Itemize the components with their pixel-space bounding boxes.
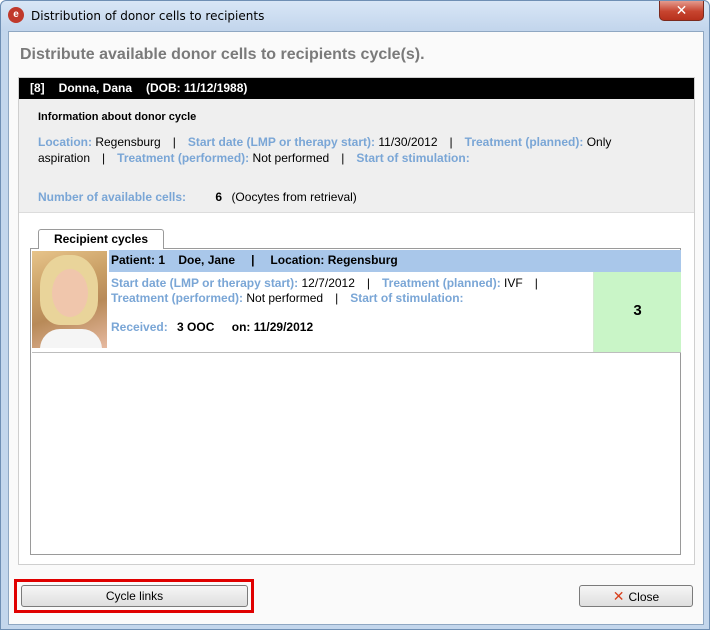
donor-dob: (DOB: 11/12/1988) — [146, 81, 248, 95]
recipient-photo — [32, 251, 107, 348]
location-value: Regensburg — [95, 135, 161, 149]
donor-info-title: Information about donor cycle — [38, 111, 197, 123]
recipient-patient-number: Patient: 1 — [111, 253, 166, 267]
recipient-received-line: Received: 3 OOC on: 11/29/2012 — [111, 320, 313, 334]
treatment-planned-label: Treatment (planned): — [464, 135, 584, 149]
window-title: Distribution of donor cells to recipient… — [31, 9, 265, 23]
page-title: Distribute available donor cells to reci… — [20, 46, 425, 63]
recipient-header: Patient: 1 Doe, Jane | Location: Regensbur… — [109, 250, 681, 272]
tab-recipient-cycles[interactable]: Recipient cycles — [38, 229, 164, 249]
start-stimulation-label: Start of stimulation: — [356, 151, 470, 165]
recipient-start-date: 12/7/2012 — [301, 276, 355, 290]
cycle-links-button[interactable]: Cycle links — [21, 585, 248, 607]
received-value: 3 OOC — [177, 320, 215, 334]
title-bar[interactable]: e Distribution of donor cells to recipie… — [1, 1, 709, 31]
dialog-window: e Distribution of donor cells to recipie… — [0, 0, 710, 630]
recipient-cycles-list: Patient: 1 Doe, Jane | Location: Regensbur… — [30, 248, 681, 555]
recipient-details: Start date (LMP or therapy start): 12/7/… — [109, 272, 591, 352]
donor-header: [8] Donna, Dana (DOB: 11/12/1988) — [19, 78, 694, 99]
start-date-label: Start date (LMP or therapy start): — [187, 135, 376, 149]
recipient-line-2: Treatment (performed): Not performed | Sta… — [111, 291, 464, 305]
close-button[interactable]: ✕ Close — [579, 585, 693, 607]
recipient-treatment-performed: Not performed — [246, 291, 324, 305]
window-close-button[interactable]: ✕ — [659, 1, 704, 21]
donor-id: [8] — [30, 81, 45, 95]
recipient-treatment-planned-label: Treatment (planned): — [382, 276, 501, 290]
start-date-value: 11/30/2012 — [378, 135, 438, 149]
dialog-content: Distribute available donor cells to reci… — [8, 31, 704, 625]
available-cells-label: Number of available cells: — [38, 190, 187, 204]
treatment-planned-value: Only — [586, 135, 612, 149]
recipient-start-date-label: Start date (LMP or therapy start): — [111, 276, 299, 290]
donor-info: Information about donor cycle Location: … — [19, 99, 694, 213]
recipient-row[interactable]: Patient: 1 Doe, Jane | Location: Regensbur… — [32, 250, 681, 353]
app-icon: e — [8, 7, 24, 23]
treatment-performed-label: Treatment (performed): — [117, 151, 250, 165]
treatment-planned-value-cont: aspiration — [38, 151, 91, 165]
available-cells-count: 6 — [215, 190, 223, 204]
donor-name: Donna, Dana — [58, 81, 133, 95]
available-cells-line: Number of available cells: 6 (Oocytes fr… — [38, 190, 357, 204]
donor-info-line-2: aspiration | Treatment (performed): Not pe… — [38, 151, 470, 165]
donor-info-line-1: Location: Regensburg | Start date (LMP or … — [38, 135, 612, 149]
received-label: Received: — [111, 320, 168, 334]
location-label: Location: — [38, 135, 92, 149]
recipient-line-1: Start date (LMP or therapy start): 12/7/… — [111, 276, 538, 290]
treatment-performed-value: Not performed — [252, 151, 330, 165]
available-cells-note: (Oocytes from retrieval) — [231, 190, 357, 204]
close-icon: ✕ — [612, 588, 625, 604]
recipient-treatment-performed-label: Treatment (performed): — [111, 291, 244, 305]
recipient-treatment-planned: IVF — [504, 276, 523, 290]
received-on-label: on: — [231, 320, 251, 334]
assigned-cells-count[interactable]: 3 — [593, 272, 681, 352]
recipient-name: Doe, Jane — [178, 253, 236, 267]
close-button-label: Close — [628, 590, 660, 604]
recipient-location: Location: Regensburg — [270, 253, 398, 267]
recipient-start-stimulation-label: Start of stimulation: — [350, 291, 464, 305]
donor-panel: [8] Donna, Dana (DOB: 11/12/1988) Informat… — [18, 77, 695, 565]
received-date: 11/29/2012 — [253, 320, 314, 334]
